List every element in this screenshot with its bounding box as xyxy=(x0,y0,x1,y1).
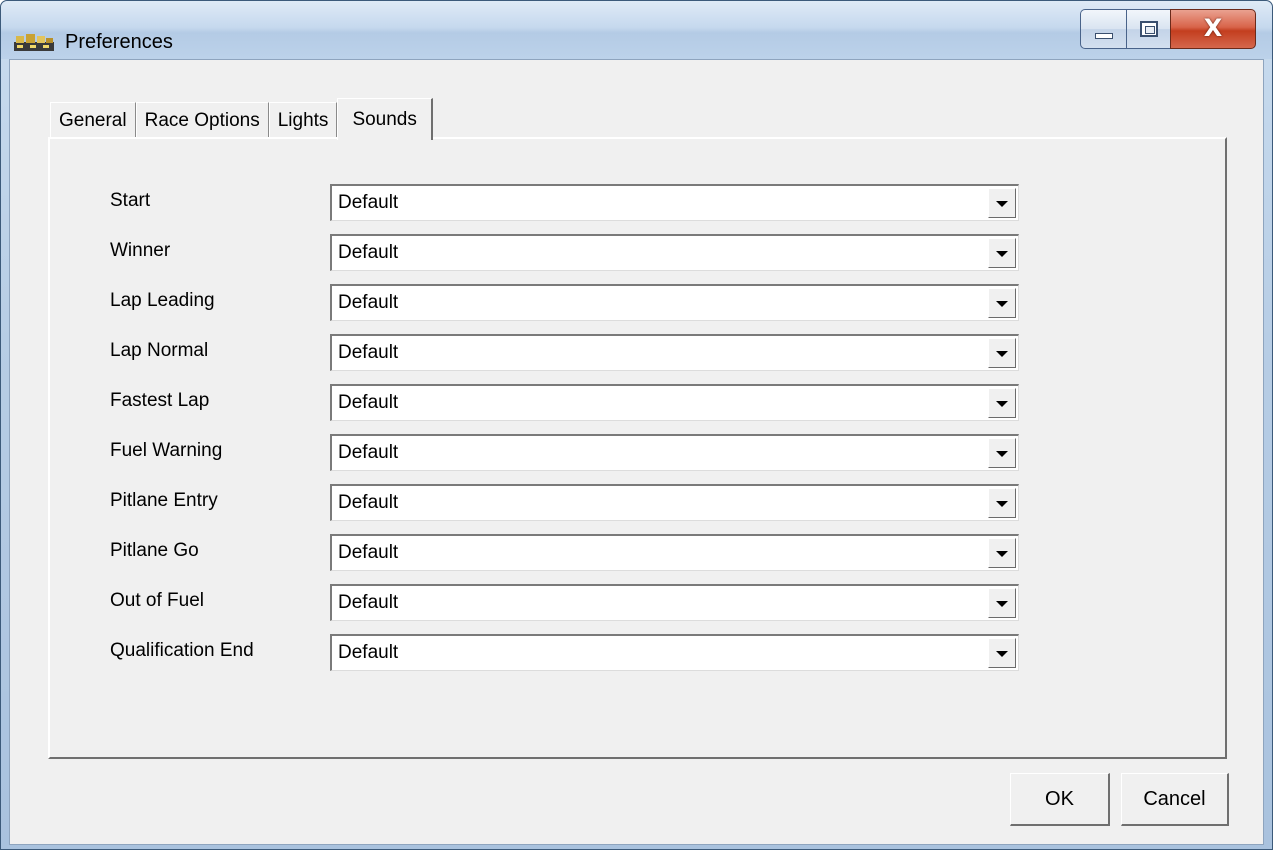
out-of-fuel-sound-value: Default xyxy=(338,592,399,613)
sound-row-winner: Winner Default xyxy=(110,232,1160,272)
pitlane-entry-sound-select[interactable]: Default xyxy=(330,484,1019,521)
dropdown-arrow-icon[interactable] xyxy=(988,488,1016,518)
start-sound-select[interactable]: Default xyxy=(330,184,1019,221)
lap-normal-sound-select[interactable]: Default xyxy=(330,334,1019,371)
fuel-warning-label: Fuel Warning xyxy=(110,440,223,461)
start-sound-value: Default xyxy=(338,192,399,213)
out-of-fuel-label: Out of Fuel xyxy=(110,590,204,611)
dialog-client-area: General Race Options Lights Sounds Start… xyxy=(9,59,1264,845)
dropdown-arrow-icon[interactable] xyxy=(988,538,1016,568)
preferences-window: Preferences X General Race Options Light… xyxy=(0,0,1273,850)
title-bar[interactable]: Preferences X xyxy=(1,1,1272,59)
tab-general[interactable]: General xyxy=(50,102,136,138)
dropdown-arrow-icon[interactable] xyxy=(988,638,1016,668)
dropdown-arrow-icon[interactable] xyxy=(988,388,1016,418)
fuel-warning-sound-value: Default xyxy=(338,442,399,463)
close-button[interactable]: X xyxy=(1170,9,1256,49)
pitlane-go-label: Pitlane Go xyxy=(110,540,199,561)
sound-row-qualification-end: Qualification End Default xyxy=(110,632,1160,672)
close-icon: X xyxy=(1203,14,1223,42)
fastest-lap-sound-select[interactable]: Default xyxy=(330,384,1019,421)
out-of-fuel-sound-select[interactable]: Default xyxy=(330,584,1019,621)
sound-row-lap-normal: Lap Normal Default xyxy=(110,332,1160,372)
qualification-end-label: Qualification End xyxy=(110,640,254,661)
pitlane-go-sound-select[interactable]: Default xyxy=(330,534,1019,571)
dropdown-arrow-icon[interactable] xyxy=(988,588,1016,618)
sounds-tab-panel: Start Default Winner Default Lap Leading… xyxy=(48,137,1227,759)
sound-row-fuel-warning: Fuel Warning Default xyxy=(110,432,1160,472)
winner-sound-value: Default xyxy=(338,242,399,263)
dropdown-arrow-icon[interactable] xyxy=(988,188,1016,218)
minimize-icon xyxy=(1095,33,1113,39)
tab-lights[interactable]: Lights xyxy=(268,102,338,138)
maximize-icon xyxy=(1140,21,1158,37)
qualification-end-sound-value: Default xyxy=(338,642,399,663)
pitlane-entry-sound-value: Default xyxy=(338,492,399,513)
window-title: Preferences xyxy=(65,31,173,53)
sound-row-pitlane-go: Pitlane Go Default xyxy=(110,532,1160,572)
sound-row-pitlane-entry: Pitlane Entry Default xyxy=(110,482,1160,522)
fuel-warning-sound-select[interactable]: Default xyxy=(330,434,1019,471)
race-track-icon xyxy=(14,34,54,51)
fastest-lap-sound-value: Default xyxy=(338,392,399,413)
winner-sound-select[interactable]: Default xyxy=(330,234,1019,271)
minimize-button[interactable] xyxy=(1080,9,1126,49)
start-label: Start xyxy=(110,190,151,211)
window-controls: X xyxy=(1080,9,1256,49)
qualification-end-sound-select[interactable]: Default xyxy=(330,634,1019,671)
dropdown-arrow-icon[interactable] xyxy=(988,238,1016,268)
dropdown-arrow-icon[interactable] xyxy=(988,438,1016,468)
lap-leading-label: Lap Leading xyxy=(110,290,215,311)
sound-row-start: Start Default xyxy=(110,182,1160,222)
maximize-button[interactable] xyxy=(1126,9,1170,49)
pitlane-entry-label: Pitlane Entry xyxy=(110,490,218,511)
ok-button[interactable]: OK xyxy=(1010,773,1110,826)
lap-normal-label: Lap Normal xyxy=(110,340,209,361)
tab-race-options[interactable]: Race Options xyxy=(135,102,269,138)
lap-leading-sound-select[interactable]: Default xyxy=(330,284,1019,321)
cancel-button[interactable]: Cancel xyxy=(1121,773,1229,826)
pitlane-go-sound-value: Default xyxy=(338,542,399,563)
fastest-lap-label: Fastest Lap xyxy=(110,390,210,411)
winner-label: Winner xyxy=(110,240,171,261)
sound-row-lap-leading: Lap Leading Default xyxy=(110,282,1160,322)
tab-strip: General Race Options Lights Sounds xyxy=(50,96,433,140)
lap-normal-sound-value: Default xyxy=(338,342,399,363)
lap-leading-sound-value: Default xyxy=(338,292,399,313)
sound-row-fastest-lap: Fastest Lap Default xyxy=(110,382,1160,422)
dropdown-arrow-icon[interactable] xyxy=(988,338,1016,368)
dropdown-arrow-icon[interactable] xyxy=(988,288,1016,318)
sound-row-out-of-fuel: Out of Fuel Default xyxy=(110,582,1160,622)
tab-sounds[interactable]: Sounds xyxy=(337,98,433,140)
